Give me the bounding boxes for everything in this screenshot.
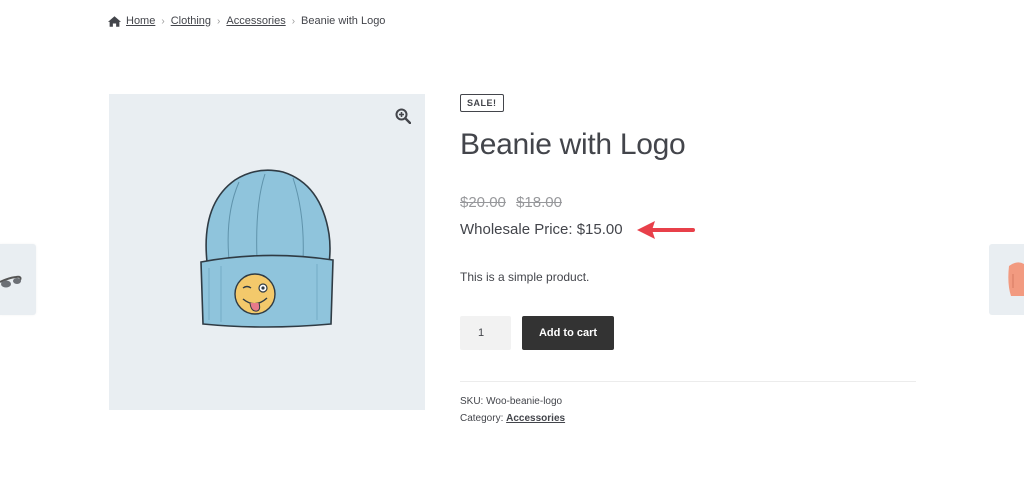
breadcrumb: Home › Clothing › Accessories › Beanie w…	[108, 15, 385, 27]
product-short-description: This is a simple product.	[460, 270, 590, 284]
product-category: Category: Accessories	[460, 413, 565, 424]
sale-badge: SALE!	[460, 94, 504, 112]
beanie-illustration	[200, 169, 334, 328]
regular-price: $20.00	[460, 194, 506, 211]
hoodie-thumbnail	[1008, 262, 1024, 296]
breadcrumb-home-link[interactable]: Home	[126, 15, 155, 27]
breadcrumb-separator: ›	[217, 15, 221, 27]
sku-label: SKU:	[460, 396, 484, 407]
next-product-link[interactable]	[989, 244, 1024, 315]
zoom-in-icon[interactable]	[395, 108, 411, 124]
category-link[interactable]: Accessories	[506, 413, 565, 424]
quantity-input[interactable]	[460, 316, 511, 350]
product-title: Beanie with Logo	[460, 128, 686, 161]
home-icon	[108, 15, 121, 27]
sunglasses-thumbnail	[0, 275, 22, 288]
breadcrumb-accessories-link[interactable]: Accessories	[226, 15, 285, 27]
add-to-cart-button[interactable]: Add to cart	[522, 316, 614, 350]
breadcrumb-current: Beanie with Logo	[301, 15, 386, 27]
breadcrumb-separator: ›	[161, 15, 165, 27]
breadcrumb-clothing-link[interactable]: Clothing	[171, 15, 211, 27]
product-image[interactable]	[109, 94, 425, 410]
breadcrumb-separator: ›	[291, 15, 296, 27]
divider	[460, 381, 916, 382]
category-label: Category:	[460, 413, 504, 424]
sale-price: $18.00	[516, 194, 562, 211]
previous-product-link[interactable]	[0, 244, 36, 315]
price: $20.00 $18.00	[460, 194, 562, 211]
red-arrow-icon	[637, 221, 695, 239]
sku-value: Woo-beanie-logo	[486, 396, 563, 407]
product-sku: SKU: Woo-beanie-logo	[460, 396, 562, 407]
wholesale-price: Wholesale Price: $15.00	[460, 221, 623, 238]
